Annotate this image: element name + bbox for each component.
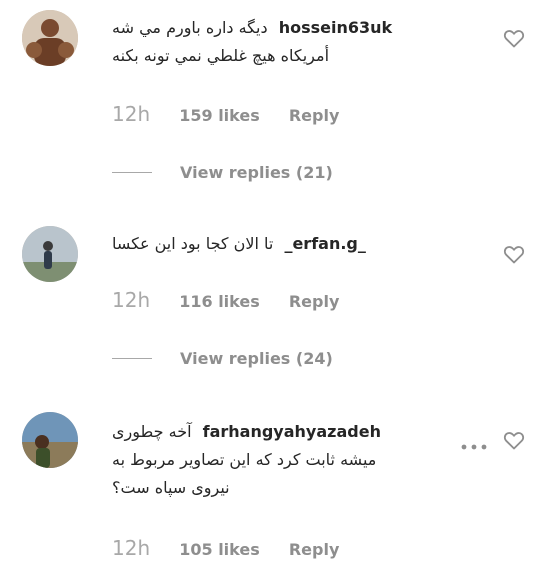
comment-body: آخه چطوری farhangyahyazadeh ميشه ثابت كر… <box>112 418 484 502</box>
view-replies-label: View replies (21) <box>180 163 333 182</box>
heart-outline-icon[interactable] <box>502 242 526 266</box>
likes-count[interactable]: 116 likes <box>179 292 260 311</box>
heart-outline-icon[interactable] <box>502 428 526 452</box>
reply-button[interactable]: Reply <box>289 292 340 311</box>
comment-text: آخه چطوری <box>112 422 192 441</box>
likes-count[interactable]: 105 likes <box>179 540 260 559</box>
more-options-icon[interactable] <box>460 436 488 450</box>
heart-outline-icon[interactable] <box>502 26 526 50</box>
comment-meta: 12h 116 likes Reply <box>112 288 339 312</box>
comment-text-line-3: نيروی سپاه ست؟ <box>112 478 230 497</box>
likes-count[interactable]: 159 likes <box>179 106 260 125</box>
username[interactable]: hossein63uk <box>279 18 392 37</box>
view-replies-button[interactable]: View replies (24) <box>112 349 333 368</box>
comment-body: تا الان كجا بود اين عكسا _erfan.g_ <box>112 230 484 258</box>
timestamp: 12h <box>112 536 151 560</box>
reply-button[interactable]: Reply <box>289 540 340 559</box>
avatar[interactable] <box>22 226 78 282</box>
comment-text-line-2: ميشه ثابت كرد كه اين تصاوير مربوط به <box>112 450 377 469</box>
comment-body: ديگه داره باورم مي شه hossein63uk أمريكا… <box>112 14 484 70</box>
avatar[interactable] <box>22 10 78 66</box>
divider <box>112 358 152 359</box>
comment-text: تا الان كجا بود اين عكسا <box>112 234 274 253</box>
username[interactable]: _erfan.g_ <box>284 234 365 253</box>
timestamp: 12h <box>112 288 151 312</box>
view-replies-label: View replies (24) <box>180 349 333 368</box>
timestamp: 12h <box>112 102 151 126</box>
comment-meta: 12h 105 likes Reply <box>112 536 339 560</box>
avatar[interactable] <box>22 412 78 468</box>
comment-text: ديگه داره باورم مي شه <box>112 18 268 37</box>
view-replies-button[interactable]: View replies (21) <box>112 163 333 182</box>
divider <box>112 172 152 173</box>
comment-text-line-2: أمريكاه هيچ غلطي نمي تونه بكنه <box>112 46 330 65</box>
comment-meta: 12h 159 likes Reply <box>112 102 339 126</box>
username[interactable]: farhangyahyazadeh <box>203 422 381 441</box>
reply-button[interactable]: Reply <box>289 106 340 125</box>
